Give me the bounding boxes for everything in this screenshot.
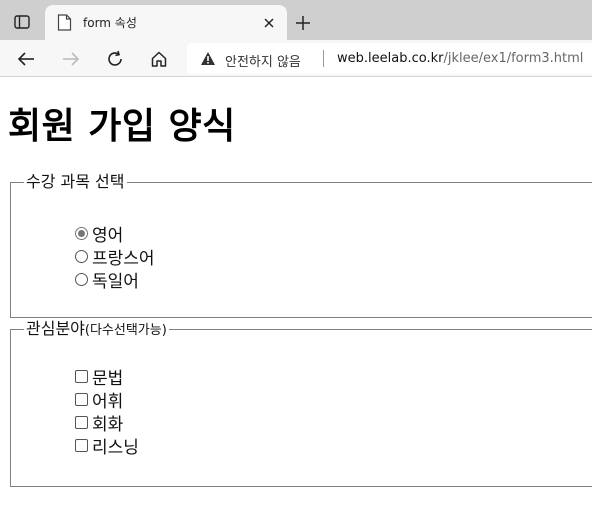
english-radio[interactable]: [75, 226, 88, 240]
tab-actions-icon[interactable]: [10, 11, 34, 33]
checkbox-label: 문법: [92, 368, 124, 389]
french-radio[interactable]: [75, 249, 88, 263]
interest-fieldset-legend: 관심분야(다수선택가능): [24, 319, 169, 341]
page-favicon-icon: [57, 14, 72, 31]
radio-label: 독일어: [92, 271, 139, 292]
checkbox-label: 리스닝: [92, 437, 139, 458]
checkbox-option-grammar[interactable]: 문법: [75, 365, 124, 389]
interest-legend-note: (다수선택가능): [84, 323, 167, 338]
forward-icon[interactable]: [60, 48, 82, 70]
security-status-text[interactable]: 안전하지 않음: [225, 51, 301, 70]
interest-fieldset: 관심분야(다수선택가능) 문법 어휘 회화 리스닝: [10, 319, 592, 487]
home-icon[interactable]: [148, 48, 170, 70]
browser-toolbar: 안전하지 않음 web.leelab.co.kr/jklee/ex1/form3…: [0, 40, 592, 77]
checkbox-label: 어휘: [92, 391, 124, 412]
radio-label: 프랑스어: [92, 248, 155, 269]
checkbox-label: 회화: [92, 414, 124, 435]
radio-option-german[interactable]: 독일어: [75, 268, 139, 292]
not-secure-warning-icon[interactable]: [200, 51, 216, 66]
new-tab-icon[interactable]: [292, 12, 314, 34]
vocabulary-checkbox[interactable]: [75, 392, 88, 406]
listening-checkbox[interactable]: [75, 438, 88, 452]
radio-label: 영어: [92, 225, 124, 246]
radio-option-french[interactable]: 프랑스어: [75, 245, 155, 269]
page-title: 회원 가입 양식: [8, 106, 236, 147]
checkbox-option-conversation[interactable]: 회화: [75, 411, 124, 435]
url-path: /jklee/ex1/form3.html: [443, 51, 584, 66]
tab-title: form 속성: [83, 16, 137, 30]
interest-legend-label: 관심분야: [26, 319, 85, 338]
browser-tab[interactable]: form 속성: [45, 5, 287, 40]
course-fieldset-legend: 수강 과목 선택: [24, 172, 127, 192]
close-tab-icon[interactable]: [261, 15, 277, 31]
conversation-checkbox[interactable]: [75, 415, 88, 429]
url-host: web.leelab.co.kr: [337, 51, 444, 66]
course-selection-fieldset: 수강 과목 선택 영어 프랑스어 독일어: [10, 172, 592, 318]
refresh-icon[interactable]: [104, 48, 126, 70]
checkbox-option-vocabulary[interactable]: 어휘: [75, 388, 124, 412]
german-radio[interactable]: [75, 272, 88, 286]
back-icon[interactable]: [15, 48, 37, 70]
address-divider: [323, 50, 324, 67]
grammar-checkbox[interactable]: [75, 369, 88, 383]
radio-option-english[interactable]: 영어: [75, 222, 124, 246]
checkbox-option-listening[interactable]: 리스닝: [75, 434, 139, 458]
tab-strip: form 속성: [0, 0, 592, 40]
url-text[interactable]: web.leelab.co.kr/jklee/ex1/form3.html: [337, 51, 583, 66]
address-bar[interactable]: 안전하지 않음 web.leelab.co.kr/jklee/ex1/form3…: [187, 43, 592, 74]
page-content: 회원 가입 양식 수강 과목 선택 영어 프랑스어 독일어 관심분야(다수선택가…: [0, 78, 592, 505]
